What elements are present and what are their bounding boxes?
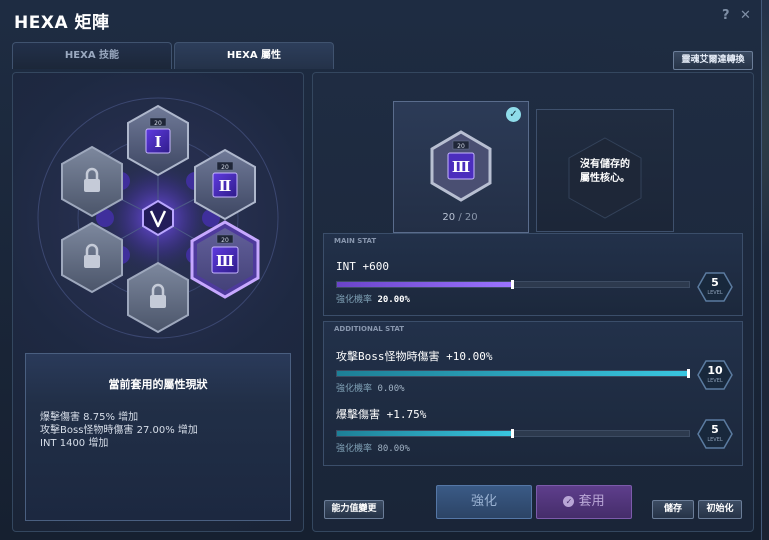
hex-cell-1-level: 20 bbox=[154, 120, 162, 127]
empty-core-line1: 沒有儲存的 bbox=[580, 159, 630, 170]
progress-tip bbox=[511, 280, 514, 289]
close-icon[interactable]: ✕ bbox=[740, 8, 751, 23]
main-stat-level: 5 bbox=[711, 276, 719, 289]
additional-stat-1-progress bbox=[336, 369, 690, 378]
hex-cell-3-numeral: Ⅱ bbox=[219, 177, 232, 195]
tab-hexa-skill[interactable]: HEXA 技能 bbox=[12, 42, 172, 69]
additional-stat-1-progress-fill bbox=[337, 371, 689, 376]
hex-cell-3-level: 20 bbox=[221, 164, 229, 171]
selected-core-numeral: Ⅲ bbox=[452, 158, 470, 176]
saved-core-card[interactable]: 沒有儲存的 屬性核心。 bbox=[536, 109, 674, 232]
additional-stat-box: ADDITIONAL STAT 攻擊Boss怪物時傷害 +10.00% 強化機率… bbox=[323, 321, 743, 466]
reroll-stat-button[interactable]: 能力值變更 bbox=[324, 500, 384, 519]
reset-button[interactable]: 初始化 bbox=[698, 500, 742, 519]
additional-stat-2-progress-fill bbox=[337, 431, 513, 436]
apply-check-icon: ✓ bbox=[563, 496, 575, 507]
help-icon[interactable]: ? bbox=[722, 8, 730, 23]
enhance-button[interactable]: 強化 bbox=[436, 485, 532, 519]
core-count-current: 20 bbox=[442, 212, 456, 223]
additional-stat-2-level-badge: 5 LEVEL bbox=[697, 419, 733, 449]
additional-stat-1-level-word: LEVEL bbox=[707, 378, 723, 384]
apply-button[interactable]: ✓ 套用 bbox=[536, 485, 632, 519]
status-title: 當前套用的屬性現狀 bbox=[108, 378, 208, 391]
additional-stat-1-level-badge: 10 LEVEL bbox=[697, 360, 733, 390]
additional-stat-1-prob-value: 0.00% bbox=[377, 384, 405, 394]
additional-stat-1-level: 10 bbox=[707, 364, 723, 377]
hex-cell-4-numeral: Ⅲ bbox=[216, 252, 234, 270]
main-stat-progress-fill bbox=[337, 282, 513, 287]
main-stat-box: MAIN STAT INT +600 強化機率 20.00% 5 LEVEL bbox=[323, 233, 743, 316]
hexa-matrix-window: HEXA 矩陣 ? ✕ HEXA 技能 HEXA 屬性 靈魂艾爾達轉換 Ⅰ 20… bbox=[0, 0, 762, 540]
core-count-separator: / bbox=[458, 212, 462, 223]
additional-stat-2-name: 爆擊傷害 +1.75% bbox=[336, 408, 427, 421]
additional-stat-2-probability: 強化機率 80.00% bbox=[336, 441, 410, 454]
main-stat-prob-value: 20.00% bbox=[377, 295, 410, 305]
hex-matrix-panel: Ⅰ 20 Ⅱ 20 Ⅲ 20 當前套用的屬性現狀 爆擊傷害 8.75% 增加 攻… bbox=[12, 72, 304, 532]
main-stat-probability: 強化機率 20.00% bbox=[336, 292, 410, 305]
main-stat-progress bbox=[336, 280, 690, 289]
empty-core-line2: 屬性核心。 bbox=[580, 173, 630, 184]
current-stat-status: 當前套用的屬性現狀 爆擊傷害 8.75% 增加 攻擊Boss怪物時傷害 27.0… bbox=[25, 353, 291, 521]
hex-grid: Ⅰ 20 Ⅱ 20 Ⅲ 20 bbox=[37, 97, 279, 339]
additional-stat-1-name: 攻擊Boss怪物時傷害 +10.00% bbox=[336, 350, 493, 363]
save-button[interactable]: 儲存 bbox=[652, 500, 694, 519]
progress-tip bbox=[687, 369, 690, 378]
additional-stat-2-progress bbox=[336, 429, 690, 438]
main-stat-name: INT +600 bbox=[336, 260, 389, 273]
additional-stat-1-probability: 強化機率 0.00% bbox=[336, 381, 405, 394]
tab-hexa-stat[interactable]: HEXA 屬性 bbox=[174, 42, 334, 69]
progress-tip bbox=[511, 429, 514, 438]
status-line-int: INT 1400 增加 bbox=[40, 438, 109, 449]
empty-core-message: 沒有儲存的 屬性核心。 bbox=[537, 158, 673, 186]
soul-erda-convert-button[interactable]: 靈魂艾爾達轉換 bbox=[673, 51, 753, 70]
main-stat-level-word: LEVEL bbox=[707, 290, 723, 296]
main-stat-prob-label: 強化機率 bbox=[336, 295, 373, 305]
apply-button-label: 套用 bbox=[578, 494, 605, 509]
additional-stat-2-prob-label: 強化機率 bbox=[336, 444, 373, 454]
hex-cell-4-level: 20 bbox=[221, 237, 229, 244]
additional-stat-2-level-word: LEVEL bbox=[707, 437, 723, 443]
main-stat-level-badge: 5 LEVEL bbox=[697, 272, 733, 302]
core-count-max: 20 bbox=[464, 212, 478, 223]
window-title: HEXA 矩陣 bbox=[14, 13, 110, 33]
hex-cell-1-numeral: Ⅰ bbox=[154, 133, 161, 151]
main-stat-header: MAIN STAT bbox=[334, 237, 377, 245]
additional-stat-header: ADDITIONAL STAT bbox=[334, 325, 405, 333]
selected-core-level: 20 bbox=[457, 143, 465, 150]
additional-stat-2-prob-value: 80.00% bbox=[377, 444, 410, 454]
additional-stat-2-level: 5 bbox=[711, 423, 719, 436]
check-icon: ✓ bbox=[506, 107, 521, 122]
core-count: 20 / 20 bbox=[393, 212, 527, 223]
additional-stat-1-prob-label: 強化機率 bbox=[336, 384, 373, 394]
